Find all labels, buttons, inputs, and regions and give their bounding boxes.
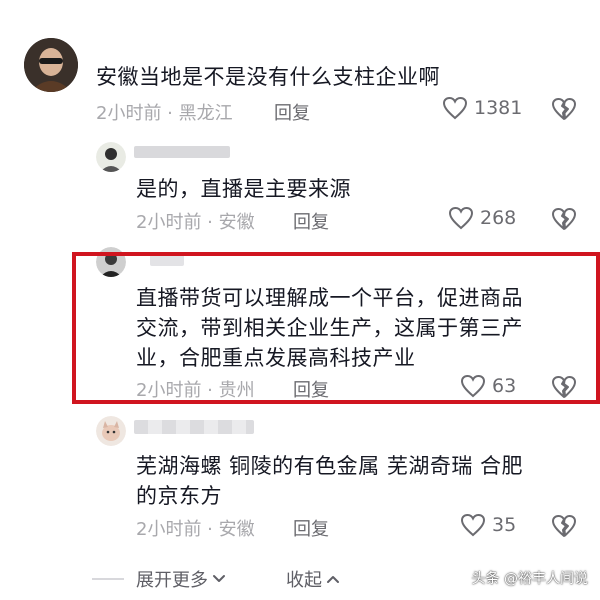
like-button[interactable]: 268 [448, 206, 516, 230]
dislike-button[interactable] [551, 514, 577, 542]
username-blurred [134, 146, 230, 158]
username-blurred [134, 420, 254, 434]
heart-icon [460, 513, 486, 537]
divider-dash [92, 578, 124, 580]
comment-meta: 2小时前 · 黑龙江 [96, 103, 233, 124]
collapse-label: 收起 [286, 570, 322, 591]
comment-text: 是的，直播是主要来源 [136, 177, 351, 201]
like-count: 268 [480, 207, 517, 229]
broken-heart-icon [552, 515, 576, 537]
dislike-button[interactable] [551, 97, 577, 125]
reply-button[interactable]: 回复 [293, 208, 329, 234]
comment-location: 安徽 [218, 519, 255, 540]
broken-heart-icon [552, 208, 576, 230]
thread-footer: 展开更多 收起 头条 @裕丰人间说 [0, 564, 600, 594]
comment-text: 安徽当地是不是没有什么支柱企业啊 [96, 65, 440, 89]
avatar[interactable] [24, 38, 78, 92]
watermark: 头条 @裕丰人间说 [471, 571, 588, 587]
broken-heart-icon [552, 98, 576, 120]
heart-icon [448, 206, 474, 230]
avatar[interactable] [96, 416, 126, 446]
highlight-box [72, 252, 600, 404]
expand-more-button[interactable]: 展开更多 [136, 566, 226, 592]
comment-text: 芜湖海螺 铜陵的有色金属 芜湖奇瑞 合肥 的京东方 [136, 454, 524, 508]
dislike-button[interactable] [551, 207, 577, 235]
comment-time: 2小时前 [136, 212, 202, 233]
reply-button[interactable]: 回复 [274, 99, 310, 125]
comment-location: 黑龙江 [178, 103, 233, 124]
like-button[interactable]: 1381 [442, 96, 522, 120]
like-count: 35 [492, 514, 517, 536]
like-button[interactable]: 35 [460, 513, 516, 537]
comment-meta: 2小时前 · 安徽 [136, 519, 255, 540]
collapse-button[interactable]: 收起 [286, 566, 340, 592]
comment-location: 安徽 [218, 212, 255, 233]
avatar[interactable] [96, 142, 126, 172]
comment-meta: 2小时前 · 安徽 [136, 212, 255, 233]
comment-time: 2小时前 [96, 103, 162, 124]
comment-time: 2小时前 [136, 519, 202, 540]
chevron-down-icon [213, 575, 225, 582]
chevron-up-icon [327, 576, 339, 583]
like-count: 1381 [474, 97, 523, 119]
reply-button[interactable]: 回复 [293, 515, 329, 541]
expand-label: 展开更多 [136, 570, 208, 591]
heart-icon [442, 96, 468, 120]
